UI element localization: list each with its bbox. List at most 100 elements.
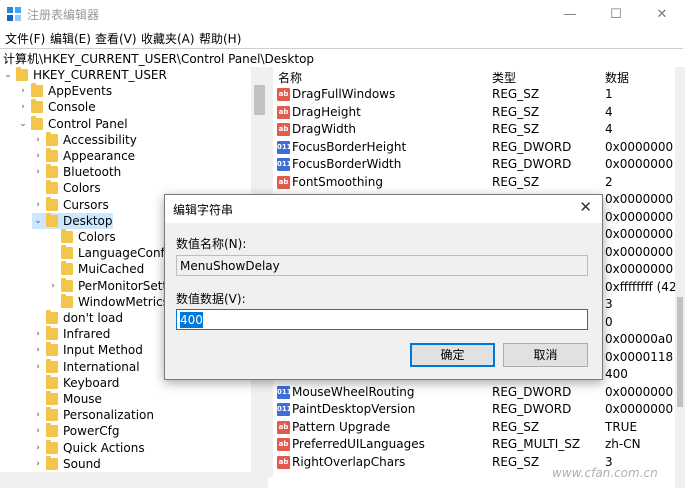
value-type: REG_SZ [492, 104, 540, 119]
minimize-button[interactable]: — [547, 0, 593, 28]
value-name: MouseWheelRouting [292, 384, 415, 399]
tree-item[interactable]: › Infrared [32, 326, 110, 342]
folder-icon [46, 455, 58, 470]
chevron-right-icon[interactable]: › [32, 167, 44, 177]
list-scrollbar[interactable] [675, 67, 685, 488]
value-row[interactable]: ab FontSmoothing REG_SZ 2 [273, 174, 675, 191]
folder-icon [46, 310, 58, 324]
tree-item[interactable]: › International [32, 358, 140, 375]
column-data[interactable]: 数据 [605, 69, 629, 86]
tree-item-label: Cursors [63, 197, 109, 212]
value-data: 0 [605, 314, 613, 329]
list-scroll-thumb[interactable] [677, 297, 683, 407]
chevron-right-icon[interactable]: › [32, 410, 44, 420]
menu-help[interactable]: 帮助(H) [199, 30, 241, 47]
value-row[interactable]: ab DragHeight REG_SZ 4 [273, 104, 675, 121]
string-value-icon: ab [277, 88, 290, 101]
watermark: www.cfan.com.cn [552, 466, 658, 480]
folder-icon [61, 293, 73, 308]
close-button[interactable]: ✕ [639, 0, 685, 28]
edit-string-dialog: 编辑字符串 ✕ 数值名称(N): MenuShowDelay 数值数据(V): … [164, 194, 603, 380]
chevron-right-icon[interactable]: › [32, 426, 44, 436]
folder-icon [31, 83, 43, 98]
chevron-right-icon[interactable]: › [32, 135, 44, 145]
folder-icon [46, 180, 58, 195]
menu-bar: 文件(F) 编辑(E) 查看(V) 收藏夹(A) 帮助(H) [0, 28, 685, 48]
tree-item[interactable]: › Accessibility [32, 131, 137, 148]
tree-item-label: Input Method [63, 343, 143, 358]
menu-favorites[interactable]: 收藏夹(A) [141, 30, 195, 47]
tree-item-label: Colors [78, 230, 116, 244]
chevron-right-icon[interactable]: › [47, 281, 59, 291]
folder-icon [46, 391, 58, 405]
tree-item-label: Sound [63, 456, 101, 471]
column-type[interactable]: 类型 [492, 69, 516, 86]
value-row[interactable]: 011 FocusBorderWidth REG_DWORD 0x0000000 [273, 156, 675, 173]
value-row[interactable]: 011 PaintDesktopVersion REG_DWORD 0x0000000 [273, 401, 675, 418]
dialog-close-icon[interactable]: ✕ [579, 198, 592, 216]
chevron-right-icon[interactable]: › [32, 200, 44, 210]
value-data-input[interactable]: 400 [176, 309, 588, 330]
chevron-down-icon[interactable]: ⌄ [32, 216, 44, 226]
tree-item[interactable]: › Console [17, 99, 96, 115]
tree-item[interactable]: don't load [32, 310, 123, 326]
binary-value-icon: 011 [277, 403, 292, 416]
tree-item-label: PowerCfg [63, 424, 120, 439]
dialog-title: 编辑字符串 [173, 203, 234, 217]
chevron-right-icon[interactable]: › [17, 86, 29, 96]
tree-item[interactable]: ⌄ HKEY_CURRENT_USER [2, 67, 167, 83]
tree-horizontal-scrollbar[interactable] [0, 472, 268, 488]
chevron-right-icon[interactable]: › [17, 102, 29, 112]
tree-item[interactable]: Keyboard [32, 374, 119, 391]
value-name: DragHeight [292, 104, 361, 119]
maximize-button[interactable]: ☐ [593, 0, 639, 28]
value-name-field: MenuShowDelay [176, 255, 588, 276]
tree-item[interactable]: Colors [32, 180, 101, 196]
value-row[interactable]: 011 FocusBorderHeight REG_DWORD 0x0000000 [273, 139, 675, 156]
menu-view[interactable]: 查看(V) [95, 30, 137, 47]
chevron-right-icon[interactable]: › [32, 151, 44, 161]
value-row[interactable]: 011 MouseWheelRouting REG_DWORD 0x0000000 [273, 384, 675, 401]
value-row[interactable]: ab DragFullWindows REG_SZ 1 [273, 86, 675, 103]
value-type: REG_DWORD [492, 139, 572, 154]
chevron-right-icon[interactable]: › [32, 345, 44, 355]
address-bar[interactable]: 计算机\HKEY_CURRENT_USER\Control Panel\Desk… [0, 48, 683, 68]
cancel-button[interactable]: 取消 [503, 343, 588, 367]
value-row[interactable]: ab DragWidth REG_SZ 4 [273, 121, 675, 138]
value-name: PaintDesktopVersion [292, 402, 416, 416]
tree-scroll-thumb[interactable] [254, 85, 265, 115]
tree-item[interactable]: › Bluetooth [32, 164, 121, 180]
tree-item[interactable]: › Personalization [32, 407, 154, 423]
tree-item[interactable]: › AppEvents [17, 83, 112, 99]
menu-file[interactable]: 文件(F) [5, 30, 45, 47]
chevron-right-icon[interactable]: › [32, 443, 44, 453]
chevron-right-icon[interactable]: › [32, 459, 44, 469]
tree-item[interactable]: › Cursors [32, 196, 109, 213]
chevron-down-icon[interactable]: ⌄ [2, 70, 14, 80]
string-value-icon: ab [277, 420, 290, 434]
value-row[interactable]: ab Pattern Upgrade REG_SZ TRUE [273, 419, 675, 436]
tree-item[interactable]: › PowerCfg [32, 423, 120, 439]
chevron-down-icon[interactable]: ⌄ [17, 119, 29, 129]
chevron-right-icon[interactable]: › [32, 329, 44, 339]
value-data: 0x0000000 [605, 192, 674, 206]
tree-item[interactable]: Colors [47, 229, 116, 245]
tree-item[interactable]: › Quick Actions [32, 439, 145, 456]
tree-item[interactable]: ⌄ Desktop [32, 212, 113, 229]
tree-item[interactable]: ⌄ Control Panel [17, 115, 128, 132]
tree-item[interactable]: › Sound [32, 455, 101, 472]
tree-item[interactable]: MuiCached [47, 261, 144, 277]
value-data: 0x00000a0 [605, 332, 673, 346]
column-name[interactable]: 名称 [278, 69, 302, 86]
tree-item[interactable]: WindowMetrics [47, 293, 169, 310]
chevron-right-icon[interactable]: › [32, 362, 44, 372]
value-row[interactable]: ab PreferredUILanguages REG_MULTI_SZ zh-CN [273, 436, 675, 453]
title-bar: 注册表编辑器 — ☐ ✕ [0, 0, 685, 28]
tree-item[interactable]: › Input Method [32, 342, 143, 358]
tree-item[interactable]: › Appearance [32, 148, 135, 164]
menu-edit[interactable]: 编辑(E) [50, 30, 91, 47]
tree-item[interactable]: Mouse [32, 391, 102, 407]
value-data: 0x0000000 [605, 157, 674, 171]
tree-item-label: Control Panel [48, 116, 128, 131]
ok-button[interactable]: 确定 [410, 343, 495, 367]
